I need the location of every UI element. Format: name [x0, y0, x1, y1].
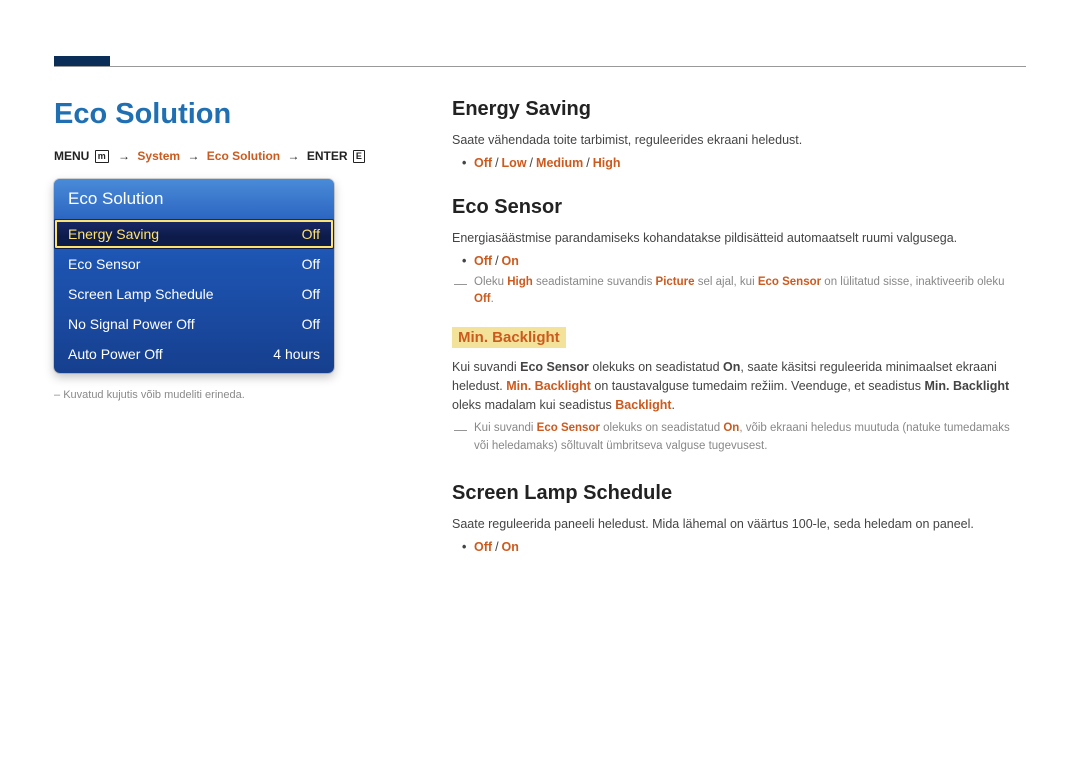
- breadcrumb-arrow: →: [183, 149, 203, 163]
- options-energy-saving: Off/Low/Medium/High: [452, 156, 1026, 170]
- right-column: Energy Saving Saate vähendada toite tarb…: [452, 98, 1026, 558]
- desc-energy-saving: Saate vähendada toite tarbimist, regulee…: [452, 131, 1026, 150]
- osd-row-value: Off: [302, 286, 320, 302]
- heading-screen-lamp: Screen Lamp Schedule: [452, 482, 1026, 505]
- options-eco-sensor: Off/On: [452, 254, 1026, 268]
- osd-row-value: Off: [302, 226, 320, 242]
- osd-row-label: Screen Lamp Schedule: [68, 286, 214, 302]
- osd-header: Eco Solution: [54, 179, 334, 219]
- desc-screen-lamp: Saate reguleerida paneeli heledust. Mida…: [452, 515, 1026, 534]
- osd-row-label: No Signal Power Off: [68, 316, 195, 332]
- osd-row-energy-saving[interactable]: Energy Saving Off: [54, 219, 334, 249]
- osd-row-no-signal[interactable]: No Signal Power Off Off: [54, 309, 334, 339]
- osd-row-value: Off: [302, 316, 320, 332]
- option-off: Off: [474, 156, 492, 170]
- options-screen-lamp: Off/On: [452, 540, 1026, 554]
- osd-row-screen-lamp[interactable]: Screen Lamp Schedule Off: [54, 279, 334, 309]
- left-column: Eco Solution MENU m → System → Eco Solut…: [54, 98, 404, 558]
- breadcrumb-eco: Eco Solution: [207, 149, 280, 163]
- page-top-rule: [54, 66, 1026, 67]
- osd-row-label: Auto Power Off: [68, 346, 163, 362]
- heading-energy-saving: Energy Saving: [452, 98, 1026, 121]
- option-on: On: [502, 540, 519, 554]
- osd-row-auto-power-off[interactable]: Auto Power Off 4 hours: [54, 339, 334, 373]
- page-accent-tab: [54, 56, 110, 66]
- heading-eco-sensor: Eco Sensor: [452, 196, 1026, 219]
- panel-caption: Kuvatud kujutis võib mudeliti erineda.: [54, 389, 404, 401]
- osd-panel: Eco Solution Energy Saving Off Eco Senso…: [54, 179, 334, 373]
- page-content: Eco Solution MENU m → System → Eco Solut…: [54, 98, 1026, 558]
- desc-eco-sensor: Energiasäästmise parandamiseks kohandata…: [452, 229, 1026, 248]
- enter-icon: E: [353, 150, 365, 163]
- breadcrumb: MENU m → System → Eco Solution → ENTER E: [54, 149, 404, 163]
- note-eco-sensor-1: Oleku High seadistamine suvandis Picture…: [452, 274, 1026, 310]
- menu-icon: m: [95, 150, 109, 163]
- option-medium: Medium: [536, 156, 583, 170]
- osd-row-label: Energy Saving: [68, 226, 159, 242]
- subheading-min-backlight: Min. Backlight: [452, 327, 566, 348]
- option-off: Off: [474, 254, 492, 268]
- option-on: On: [502, 254, 519, 268]
- osd-row-value: Off: [302, 256, 320, 272]
- note-min-backlight: Kui suvandi Eco Sensor olekuks on seadis…: [452, 420, 1026, 456]
- osd-row-eco-sensor[interactable]: Eco Sensor Off: [54, 249, 334, 279]
- osd-row-label: Eco Sensor: [68, 256, 140, 272]
- option-low: Low: [502, 156, 527, 170]
- breadcrumb-system: System: [137, 149, 180, 163]
- breadcrumb-arrow: →: [283, 149, 303, 163]
- option-high: High: [593, 156, 621, 170]
- page-title: Eco Solution: [54, 98, 404, 131]
- breadcrumb-enter-label: ENTER: [307, 149, 348, 163]
- breadcrumb-arrow: →: [114, 149, 134, 163]
- osd-row-value: 4 hours: [273, 346, 320, 362]
- breadcrumb-menu-label: MENU: [54, 149, 89, 163]
- desc-min-backlight: Kui suvandi Eco Sensor olekuks on seadis…: [452, 358, 1026, 414]
- option-off: Off: [474, 540, 492, 554]
